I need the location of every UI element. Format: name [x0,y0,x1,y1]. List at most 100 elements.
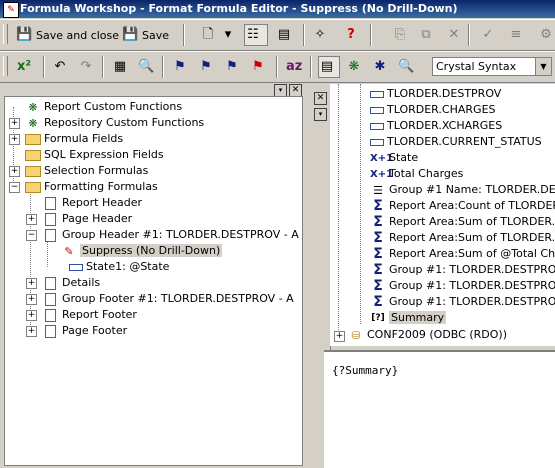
operators-tree-icon: ✱ [374,59,386,74]
field-item[interactable]: ☰ Group #1 Name: TLORDER.DEST [370,182,555,198]
clear-bookmarks-button[interactable]: ⚑ [250,56,266,78]
field-item[interactable]: Σ Report Area:Sum of TLORDER.XC [370,230,555,246]
tree-item-suppress-no-drill-down[interactable]: ✎ Suppress (No Drill-Down) [61,243,223,259]
undo-button[interactable]: ↶ [52,56,68,78]
field-tree: TLORDER.DESTPROV TLORDER.CHARGES TLORDER… [330,84,555,346]
field-item[interactable]: Σ Report Area:Sum of @Total Charge [370,246,555,262]
formula-text[interactable]: {?Summary} [332,364,398,377]
folder-icon [25,165,41,177]
toolbar-grip[interactable] [3,24,8,44]
check-button[interactable]: ✓ [480,24,496,46]
field-item[interactable]: TLORDER.DESTPROV [370,86,501,102]
app-icon: ✎ [3,2,19,18]
tree-item-label: Page Footer [62,324,128,337]
tree-item-label: SQL Expression Fields [44,148,164,161]
tree-item-page-footer[interactable]: Page Footer [43,323,127,339]
tree-item-page-header[interactable]: Page Header [43,211,132,227]
tree-item-group-footer-1[interactable]: Group Footer #1: TLORDER.DESTPROV - A [43,291,294,307]
new-dropdown-arrow[interactable]: ▾ [220,24,236,46]
next-bookmark-button[interactable]: ⚑ [198,56,214,78]
field-item[interactable]: [?] Summary [370,310,447,326]
sort-az-icon: az [286,59,303,74]
field-item[interactable]: TLORDER.CURRENT_STATUS [370,134,542,150]
toggle-bookmark-button[interactable]: ⚑ [172,56,188,78]
field-item-label: Summary [389,311,447,324]
toggle-tree-button[interactable]: ☷ [244,24,268,46]
tree-item-label: Details [62,276,101,289]
field-item[interactable]: Σ Group #1: TLORDER.DESTPROV [370,262,555,278]
formula-icon: ✎ [64,244,74,258]
help-button[interactable]: ? [343,24,359,46]
pane-menu-icon[interactable]: ▾ [314,108,327,121]
comment-icon: ≡ [510,27,522,42]
syntax-select[interactable]: Crystal Syntax ▼ [432,57,552,76]
save-and-close-button[interactable]: 💾 Save and close [16,24,119,46]
check-formula-icon: x² [16,59,32,74]
expand-icon[interactable]: + [9,134,20,145]
data-source-item[interactable]: ⛁ CONF2009 (ODBC (RDO)) [348,327,507,343]
folder-icon [25,149,41,161]
save-button[interactable]: 💾 Save [122,24,169,46]
sort-button[interactable]: az [286,56,302,78]
new-button[interactable]: 🗋 [200,24,216,46]
find-formula-button[interactable]: 🔍 [398,56,414,78]
field-item[interactable]: X+1Total Charges [370,166,463,182]
section-icon [45,292,56,306]
field-item-label: Report Area:Count of TLORDER.B [389,199,555,212]
main-toolbar: 💾 Save and close 💾 Save 🗋 ▾ ☷ ▤ ✧ ? ⎘ ⧉ … [0,19,555,51]
properties-button[interactable]: ▤ [276,24,292,46]
field-item-label: TLORDER.DESTPROV [387,87,502,100]
close-icon[interactable]: ✕ [314,92,327,105]
expand-icon[interactable]: + [26,294,37,305]
delete-button[interactable]: ✕ [446,24,462,46]
tree-item-group-header-1[interactable]: Group Header #1: TLORDER.DESTPROV - A [43,227,299,243]
expand-icon[interactable]: + [334,331,345,342]
field-item[interactable]: Σ Report Area:Sum of TLORDER.CH [370,214,555,230]
options-button[interactable]: ⚙ [538,24,554,46]
expand-icon[interactable]: + [26,278,37,289]
tree-item-details[interactable]: Details [43,275,100,291]
tree-item-report-footer[interactable]: Report Footer [43,307,137,323]
expand-icon[interactable]: + [26,326,37,337]
collapse-icon[interactable]: − [9,182,20,193]
toggle-functions-tree-button[interactable]: ❋ [346,56,362,78]
check-formula-button[interactable]: x² [16,56,32,78]
comment-button[interactable]: ≡ [508,24,524,46]
expand-icon[interactable]: + [26,214,37,225]
field-item-label: Report Area:Sum of TLORDER.XC [389,231,555,244]
collapse-icon[interactable]: − [26,230,37,241]
expand-icon[interactable]: + [9,166,20,177]
field-item[interactable]: TLORDER.CHARGES [370,102,496,118]
previous-bookmark-button[interactable]: ⚑ [224,56,240,78]
field-item[interactable]: Σ Report Area:Count of TLORDER.B [370,198,555,214]
tree-item-formatting-formulas[interactable]: Formatting Formulas [25,179,158,195]
expert-button[interactable]: ✧ [312,24,328,46]
toolbar-grip[interactable] [3,56,8,76]
tree-item-sql-expression-fields[interactable]: SQL Expression Fields [25,147,164,163]
field-item[interactable]: Σ Group #1: TLORDER.DESTPROV [370,294,555,310]
tree-item-repository-custom-functions[interactable]: ❋ Repository Custom Functions [25,115,204,131]
copy-button[interactable]: ⧉ [418,24,434,46]
section-icon [45,228,56,242]
tree-item-formula-fields[interactable]: Formula Fields [25,131,123,147]
tree-item-report-header[interactable]: Report Header [43,195,142,211]
tree-item-report-custom-functions[interactable]: ❋ Report Custom Functions [25,99,182,115]
field-item[interactable]: Σ Group #1: TLORDER.DESTPROV [370,278,555,294]
expand-icon[interactable]: + [9,118,20,129]
browse-data-button[interactable]: ▦ [112,56,128,78]
tree-item-state1[interactable]: State1: @State [69,259,169,275]
chevron-down-icon[interactable]: ▼ [535,58,551,75]
summary-icon: Σ [373,197,383,214]
tree-item-selection-formulas[interactable]: Selection Formulas [25,163,148,179]
expand-icon[interactable]: + [26,310,37,321]
rename-button[interactable]: ⎘ [392,24,408,46]
find-button[interactable]: 🔍 [138,56,154,78]
redo-button[interactable]: ↷ [78,56,94,78]
field-item[interactable]: X+1State [370,150,418,166]
formula-editor[interactable]: {?Summary} [324,350,555,468]
toolbar-separator [43,56,45,78]
summary-icon: Σ [373,277,383,294]
field-item[interactable]: TLORDER.XCHARGES [370,118,502,134]
toggle-operators-tree-button[interactable]: ✱ [372,56,388,78]
toggle-fields-tree-button[interactable]: ▤ [318,56,340,78]
